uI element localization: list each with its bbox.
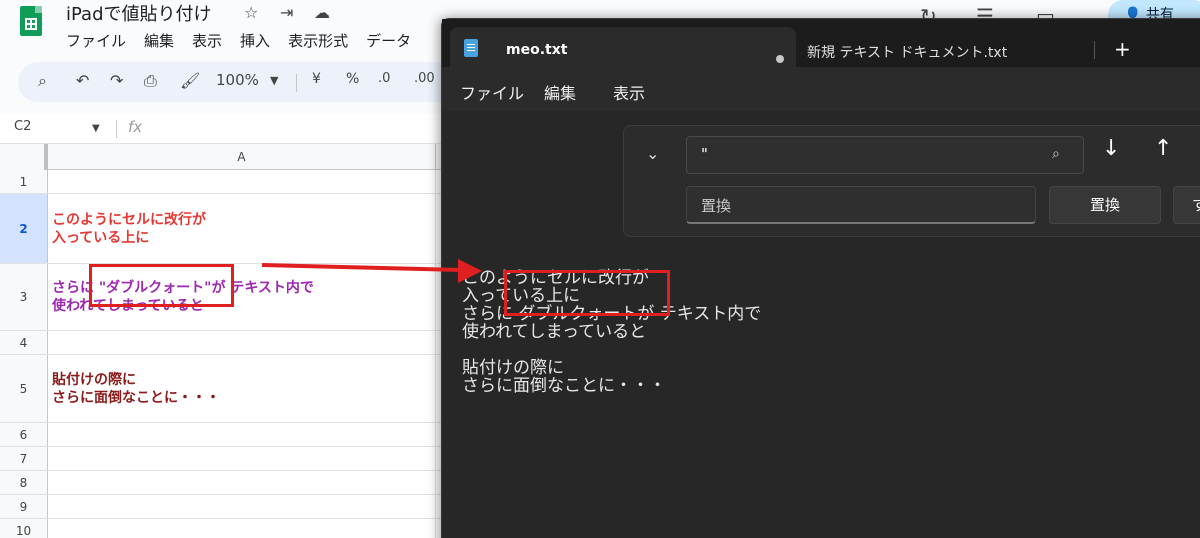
- annotation-arrow-icon: [261, 259, 482, 283]
